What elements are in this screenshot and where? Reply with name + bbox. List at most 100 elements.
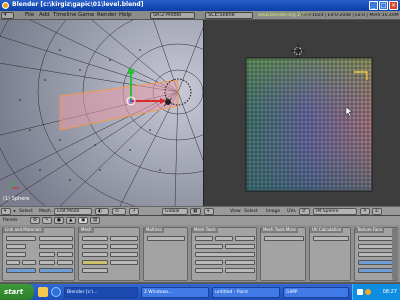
menu-select-uv[interactable]: Select <box>244 209 258 214</box>
scene-stats: Fa:0-1024 | Ed:0-2048 | La:0 | Mem:16.49… <box>301 13 400 18</box>
menu-file[interactable]: File <box>25 12 34 18</box>
steps-field[interactable] <box>225 268 255 273</box>
screen-selector[interactable]: SR:2-Model <box>150 12 195 19</box>
scene-context-icon[interactable]: ▤ <box>90 217 100 224</box>
screw-button[interactable] <box>225 260 255 265</box>
buttons-scrollbar[interactable] <box>392 228 398 280</box>
tiles-button[interactable] <box>358 268 396 273</box>
editor-type-icon[interactable]: ▾ <box>1 12 14 19</box>
scene-selector[interactable]: SCE:Scene <box>205 12 253 19</box>
pivot-selector[interactable]: ⊙ <box>112 208 126 215</box>
viewport-3d[interactable]: (1) Sphere <box>0 20 203 206</box>
vertex-groups-button[interactable] <box>6 244 26 249</box>
menu-mesh[interactable]: Mesh <box>39 209 51 214</box>
layer-buttons[interactable]: ▦ <box>190 208 201 215</box>
lock-icon[interactable]: ⚿ <box>372 208 382 215</box>
degr-field[interactable] <box>82 244 108 249</box>
set-smooth-button[interactable] <box>6 268 36 273</box>
short-toggle[interactable] <box>215 236 233 241</box>
menu-add[interactable]: Add <box>39 12 50 18</box>
taskbar-button-blender[interactable]: Blender [c:\... <box>64 287 138 298</box>
tex-button[interactable] <box>358 260 396 265</box>
editor-type-uv-icon[interactable]: ▾ <box>204 208 214 215</box>
remove-button[interactable] <box>22 260 36 265</box>
material-field[interactable] <box>39 244 73 249</box>
sticky-button[interactable] <box>110 236 138 241</box>
tray-network-icon[interactable] <box>357 289 363 295</box>
cube-size-field[interactable] <box>313 236 349 241</box>
beauty-toggle[interactable] <box>195 236 213 241</box>
tray-volume-icon[interactable] <box>365 289 371 295</box>
uv-texture-button[interactable] <box>110 244 138 249</box>
mesh-name-field[interactable] <box>6 236 36 241</box>
panel-mesh: Mesh <box>78 227 140 281</box>
panel-uv-calculation: UV Calculation <box>309 227 351 281</box>
shading-context-icon[interactable]: ● <box>54 217 64 224</box>
close-icon[interactable]: × <box>389 1 398 10</box>
object-name-field[interactable] <box>39 236 73 241</box>
no-vnormal-flip-toggle[interactable] <box>82 268 108 273</box>
center-button[interactable] <box>82 252 108 257</box>
window-titlebar: Blender [c:\kirgiz\gapic\01\level.blend]… <box>0 0 400 11</box>
draw-normals-toggle[interactable] <box>264 236 304 241</box>
fractal-button[interactable] <box>195 244 223 249</box>
double-sided-toggle[interactable] <box>110 260 138 265</box>
smooth-button[interactable] <box>225 244 255 249</box>
copy-vertex-colors-button[interactable] <box>358 252 396 257</box>
select-button[interactable] <box>39 260 55 265</box>
logic-context-icon[interactable]: ⚙ <box>30 217 40 224</box>
quicklaunch-browser-icon[interactable] <box>51 287 61 297</box>
menu-select-3d[interactable]: Select <box>19 209 33 214</box>
uv-layout-canvas[interactable] <box>204 20 400 206</box>
image-selector[interactable]: IM:Sphere <box>313 208 357 215</box>
object-context-icon[interactable]: ▲ <box>66 217 76 224</box>
sphere-mesh-view[interactable] <box>0 20 203 206</box>
panel-multires: Multires <box>143 227 188 281</box>
auto-smooth-toggle[interactable] <box>82 236 108 241</box>
uv-image-editor[interactable] <box>203 20 400 206</box>
menu-view-uv[interactable]: View <box>230 209 241 214</box>
menu-image[interactable]: Image <box>266 209 280 214</box>
cursor-2d-icon[interactable] <box>291 44 305 58</box>
add-multires-button[interactable] <box>147 236 185 241</box>
menu-help[interactable]: Help <box>119 12 132 18</box>
copy-draw-mode-button[interactable] <box>358 236 396 241</box>
spin-button[interactable] <box>195 260 223 265</box>
editor-type-3d-icon[interactable]: ▾ <box>1 208 11 215</box>
delete-material-button[interactable] <box>57 252 73 257</box>
degr-button[interactable] <box>195 268 223 273</box>
menu-uvs[interactable]: UVs <box>287 209 296 214</box>
new-button[interactable] <box>6 252 26 257</box>
uv-sync-toggle[interactable]: ⇄ <box>299 208 310 215</box>
assign-button[interactable] <box>6 260 20 265</box>
draw-type-selector[interactable]: ◐ <box>95 208 109 215</box>
quicklaunch-folder-icon[interactable] <box>38 287 48 297</box>
menu-timeline[interactable]: Timeline <box>53 12 76 18</box>
new-material-button[interactable] <box>39 252 55 257</box>
subdivide-button[interactable] <box>235 236 255 241</box>
deselect-button[interactable] <box>57 260 73 265</box>
mode-selector[interactable]: Edit Mode <box>54 208 92 215</box>
clock[interactable]: 08:27 <box>383 289 397 295</box>
manipulator-toggle[interactable]: ↗ <box>129 208 139 215</box>
menu-render[interactable]: Render <box>97 12 117 18</box>
copy-uv-button[interactable] <box>358 244 396 249</box>
taskbar-button-windows[interactable]: 2 Windows... <box>141 287 209 298</box>
vertex-color-button[interactable] <box>110 252 138 257</box>
editing-context-icon[interactable]: ▣ <box>78 217 88 224</box>
script-context-icon[interactable]: ✎ <box>42 217 52 224</box>
taskbar-button-gimp[interactable]: GIMP <box>283 287 349 298</box>
orientation-selector[interactable]: Global <box>162 208 188 215</box>
extrude-button[interactable] <box>195 252 255 257</box>
set-solid-button[interactable] <box>39 268 73 273</box>
minimize-icon[interactable]: _ <box>369 1 378 10</box>
panels-label: Panels <box>3 218 18 223</box>
maximize-icon[interactable]: □ <box>379 1 388 10</box>
menu-view-3d[interactable]: ◂ <box>13 209 15 214</box>
menu-game[interactable]: Game <box>78 12 94 18</box>
panel-tab: Mesh <box>79 227 94 233</box>
texmesh-field[interactable] <box>82 260 108 265</box>
start-button[interactable]: start <box>0 284 34 300</box>
pin-icon[interactable]: ✕ <box>360 208 370 215</box>
taskbar-button-paint[interactable]: untitled - Paint <box>212 287 280 298</box>
